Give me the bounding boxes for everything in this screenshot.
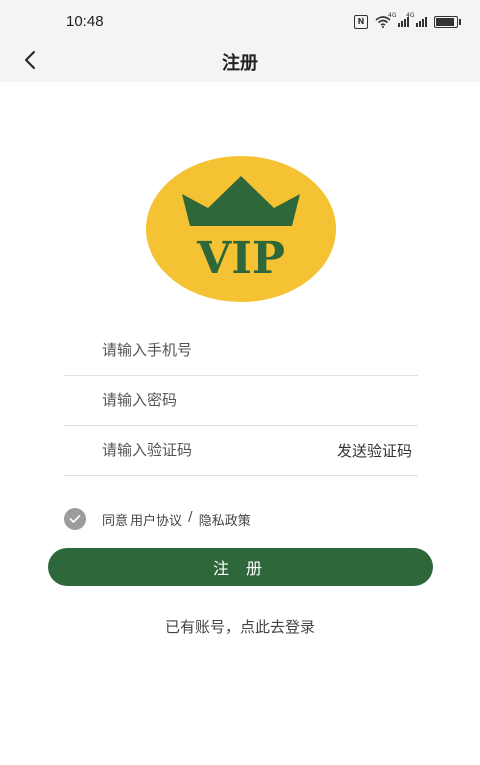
register-button[interactable]: 注 册 xyxy=(48,548,433,586)
status-icons: N 4G 4G xyxy=(354,12,461,32)
status-bar: 10:48 N 4G 4G xyxy=(0,0,480,44)
agreement-prefix: 同意 xyxy=(102,513,129,529)
verification-code-input[interactable] xyxy=(102,439,322,461)
network-type-label: 4G xyxy=(388,12,397,19)
signal-icon: 4G xyxy=(406,12,427,27)
user-agreement-link[interactable]: 用户协议 xyxy=(130,510,182,529)
password-input[interactable] xyxy=(102,389,322,411)
agreement-checkbox[interactable] xyxy=(64,508,86,530)
agreement-text: 同意 用户协议 / 隐私政策 xyxy=(102,510,251,529)
password-field xyxy=(64,376,418,426)
privacy-policy-link[interactable]: 隐私政策 xyxy=(199,510,251,529)
check-icon xyxy=(69,515,81,523)
battery-level xyxy=(436,18,454,26)
vip-logo: VIP xyxy=(146,156,336,302)
phone-field xyxy=(64,326,418,376)
phone-input[interactable] xyxy=(102,339,322,361)
battery-icon xyxy=(434,16,461,28)
page-title: 注册 xyxy=(222,53,258,74)
agreement-separator: / xyxy=(184,509,197,525)
code-field: 发送验证码 xyxy=(64,426,418,476)
nfc-icon: N xyxy=(354,15,368,29)
network-type-label: 4G xyxy=(406,12,415,19)
agreement-row: 同意 用户协议 / 隐私政策 xyxy=(64,508,251,530)
nav-bar: 注册 xyxy=(0,44,480,82)
login-link[interactable]: 已有账号，点此去登录 xyxy=(0,616,480,637)
status-time: 10:48 xyxy=(66,13,104,30)
logo-text: VIP xyxy=(196,233,285,284)
send-code-button[interactable]: 发送验证码 xyxy=(337,440,412,461)
